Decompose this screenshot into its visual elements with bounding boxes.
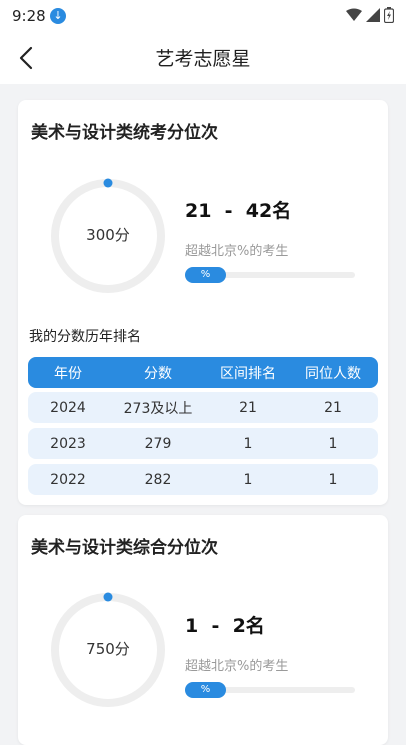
score-ring: 750分 (50, 592, 166, 708)
cell-score: 273及以上 (123, 400, 193, 417)
header-same-count: 同位人数 (305, 365, 361, 382)
exceed-progress-bar: % (185, 267, 355, 283)
cell-same-count: 1 (328, 435, 338, 452)
score-ring: 300分 (50, 178, 166, 294)
cell-same-count: 21 (324, 399, 342, 416)
signal-icon (366, 8, 380, 22)
status-time: 9:28 (12, 7, 46, 25)
card-title: 美术与设计类综合分位次 (31, 538, 218, 558)
score-value: 750分 (86, 640, 130, 658)
system-icons (346, 7, 394, 23)
comprehensive-rank-card: 美术与设计类综合分位次 750分 1 - 2名 超越北京%的考生 % (18, 515, 388, 745)
cell-range-rank: 21 (239, 399, 257, 416)
table-row: 2023 279 1 1 (28, 428, 378, 459)
cell-same-count: 1 (328, 471, 338, 488)
table-row: 2024 273及以上 21 21 (28, 392, 378, 423)
rank-range: 21 - 42名 (185, 200, 292, 222)
cell-range-rank: 1 (243, 471, 253, 488)
rank-range: 1 - 2名 (185, 615, 265, 637)
ring-progress-dot (103, 178, 113, 188)
cell-score: 282 (144, 471, 172, 488)
page-title: 艺考志愿星 (155, 48, 251, 70)
wifi-icon (346, 8, 362, 21)
exceed-text: 超越北京%的考生 (185, 659, 289, 674)
download-icon: ↓ (50, 8, 66, 24)
battery-icon (384, 7, 394, 23)
cell-year: 2023 (50, 435, 86, 452)
app-bar: 艺考志愿星 (0, 32, 406, 84)
progress-pill: % (185, 682, 226, 698)
ring-progress-dot (103, 592, 113, 602)
table-row: 2022 282 1 1 (28, 464, 378, 495)
header-year: 年份 (54, 365, 82, 382)
cell-year: 2024 (50, 399, 86, 416)
table-header: 年份 分数 区间排名 同位人数 (28, 357, 378, 388)
progress-pill: % (185, 267, 226, 283)
cell-score: 279 (144, 435, 172, 452)
exceed-text: 超越北京%的考生 (185, 244, 289, 259)
cell-range-rank: 1 (243, 435, 253, 452)
score-value: 300分 (86, 226, 130, 244)
cell-year: 2022 (50, 471, 86, 488)
status-bar: 9:28 ↓ (0, 0, 406, 32)
header-score: 分数 (144, 365, 172, 382)
header-range-rank: 区间排名 (220, 365, 276, 382)
card-title: 美术与设计类统考分位次 (31, 123, 218, 143)
history-label: 我的分数历年排名 (29, 329, 141, 345)
unified-exam-rank-card: 美术与设计类统考分位次 300分 21 - 42名 超越北京%的考生 % 我的分… (18, 100, 388, 505)
exceed-progress-bar: % (185, 682, 355, 698)
